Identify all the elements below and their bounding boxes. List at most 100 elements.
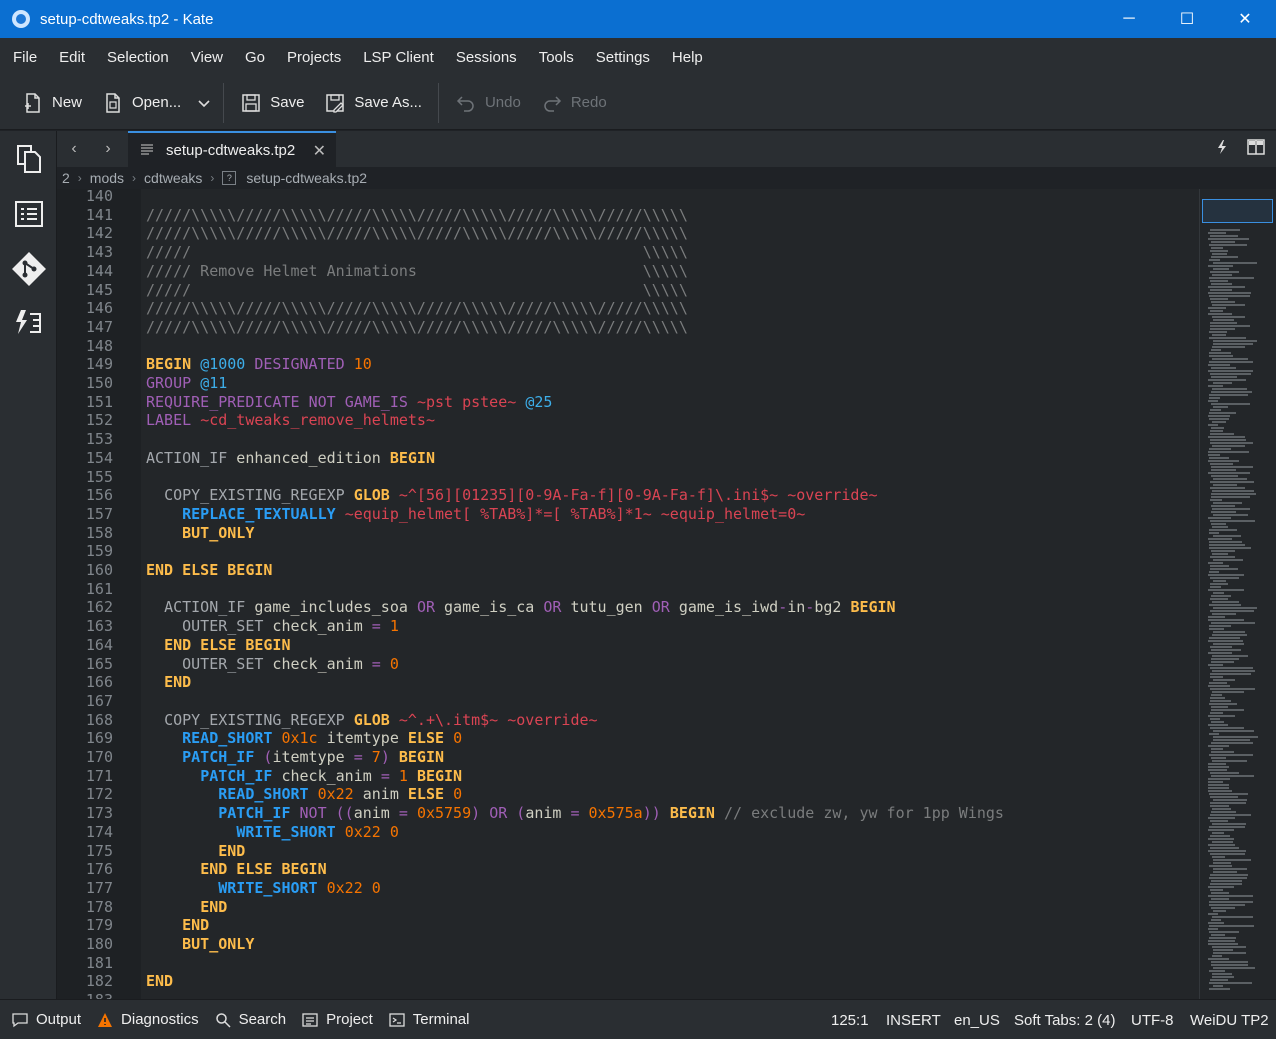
code-line[interactable]: REQUIRE_PREDICATE NOT GAME_IS ~pst pstee… [146,393,552,412]
input-mode[interactable]: INSERT [886,1000,941,1039]
indentation-settings[interactable]: Soft Tabs: 2 (4) [1014,1000,1115,1039]
minimap-line [1209,277,1254,279]
minimize-button[interactable]: ─ [1100,0,1158,38]
open-recent-dropdown[interactable] [191,83,217,123]
menu-projects[interactable]: Projects [276,49,352,66]
minimap-line [1209,412,1236,414]
quick-open-icon[interactable] [1215,139,1229,155]
code-line[interactable]: END ELSE BEGIN [146,860,326,879]
output-panel-button[interactable]: Output [4,1000,89,1039]
breadcrumb-item[interactable]: setup-cdtweaks.tp2 [246,170,367,186]
code-line[interactable]: END [146,916,209,935]
code-line[interactable]: END [146,898,227,917]
minimap-viewport[interactable] [1202,199,1273,223]
code-line[interactable]: PATCH_IF check_anim = 1 BEGIN [146,767,462,786]
menu-lsp-client[interactable]: LSP Client [352,49,445,66]
save-button[interactable]: Save [230,83,314,123]
git-panel-button[interactable] [0,245,57,293]
code-line[interactable]: COPY_EXISTING_REGEXP GLOB ~^[56][01235][… [146,486,877,505]
code-token: = [380,766,390,785]
menu-settings[interactable]: Settings [585,49,661,66]
code-line[interactable]: READ_SHORT 0x22 anim ELSE 0 [146,785,462,804]
open-button[interactable]: Open... [92,83,191,123]
save-as-button[interactable]: Save As... [314,83,432,123]
code-token: ~^.+\.itm$~ ~override~ [398,710,598,729]
code-line[interactable]: READ_SHORT 0x1c itemtype ELSE 0 [146,729,462,748]
maximize-button[interactable]: ☐ [1158,0,1216,38]
code-line[interactable]: END ELSE BEGIN [146,561,272,580]
menu-file[interactable]: File [2,49,48,66]
code-line[interactable]: LABEL ~cd_tweaks_remove_helmets~ [146,411,435,430]
text-document-icon [141,144,153,155]
menu-go[interactable]: Go [234,49,276,66]
menu-edit[interactable]: Edit [48,49,96,66]
code-line[interactable]: /////\\\\\/////\\\\\/////\\\\\/////\\\\\… [146,318,688,337]
split-view-icon[interactable] [1247,139,1265,155]
code-line[interactable]: /////\\\\\/////\\\\\/////\\\\\/////\\\\\… [146,299,688,318]
code-token: - [805,598,815,617]
project-panel-button[interactable]: Project [294,1000,381,1039]
code-line[interactable]: PATCH_IF NOT ((anim = 0x5759) OR (anim =… [146,804,1004,823]
minimap-line [1210,250,1228,252]
encoding-selector[interactable]: UTF-8 [1131,1000,1174,1039]
code-line[interactable]: BUT_ONLY [146,935,254,954]
search-panel-button[interactable]: Search [207,1000,295,1039]
code-line[interactable]: END [146,842,245,861]
minimap-line [1211,403,1250,405]
documents-panel-button[interactable] [0,135,57,183]
code-line[interactable]: OUTER_SET check_anim = 1 [146,617,399,636]
terminal-panel-button[interactable]: Terminal [381,1000,478,1039]
code-editor[interactable]: 140 141 142 143 144 145 146 147 148 149 150 151 152 1… [57,189,1199,999]
minimap-line [1213,406,1228,408]
code-line[interactable]: ///// \\\\\ [146,281,688,300]
code-line[interactable]: ///// Remove Helmet Animations \\\\\ [146,262,688,281]
code-line[interactable]: COPY_EXISTING_REGEXP GLOB ~^.+\.itm$~ ~o… [146,711,598,730]
code-line[interactable]: WRITE_SHORT 0x22 0 [146,823,399,842]
breadcrumb-item[interactable]: mods [90,170,124,186]
code-line[interactable]: END [146,673,191,692]
cursor-position[interactable]: 125:1 [831,1000,869,1039]
code-line[interactable]: ACTION_IF enhanced_edition BEGIN [146,449,435,468]
line-number: 157 [85,504,113,523]
syntax-mode-selector[interactable]: WeiDU TP2 [1190,1000,1269,1039]
breadcrumb-item[interactable]: 2 [62,170,70,186]
code-line[interactable]: GROUP @11 [146,374,227,393]
symbols-panel-button[interactable] [0,190,57,238]
code-line[interactable]: BEGIN @1000 DESIGNATED 10 [146,355,372,374]
tab-back-button[interactable]: ‹ [57,131,91,167]
dictionary-selector[interactable]: en_US [954,1000,1000,1039]
code-line[interactable]: PATCH_IF (itemtype = 7) BEGIN [146,748,444,767]
code-line[interactable]: END ELSE BEGIN [146,636,290,655]
minimap-scrollbar[interactable] [1199,189,1276,999]
minimap-line [1208,238,1249,240]
tab-forward-button[interactable]: › [91,131,125,167]
code-line[interactable]: OUTER_SET check_anim = 0 [146,655,399,674]
tab-setup-cdtweaks[interactable]: setup-cdtweaks.tp2 ✕ [128,131,336,167]
code-line[interactable]: END [146,972,173,991]
close-button[interactable]: ✕ [1216,0,1274,38]
code-line[interactable]: /////\\\\\/////\\\\\/////\\\\\/////\\\\\… [146,206,688,225]
undo-button[interactable]: Undo [445,83,531,123]
redo-button[interactable]: Redo [531,83,617,123]
code-line[interactable]: REPLACE_TEXTUALLY ~equip_helmet[ %TAB%]*… [146,505,805,524]
code-line[interactable]: BUT_ONLY [146,524,254,543]
menu-help[interactable]: Help [661,49,714,66]
new-button[interactable]: New [12,83,92,123]
menu-selection[interactable]: Selection [96,49,180,66]
minimap-line [1208,436,1245,438]
breadcrumb-item[interactable]: cdtweaks [144,170,202,186]
build-panel-button[interactable] [0,299,57,347]
code-line[interactable]: ///// \\\\\ [146,243,688,262]
diagnostics-panel-button[interactable]: Diagnostics [89,1000,207,1039]
code-token: anim [353,785,408,804]
code-line[interactable]: ACTION_IF game_includes_soa OR game_is_c… [146,598,896,617]
code-line[interactable]: WRITE_SHORT 0x22 0 [146,879,381,898]
minimap-line [1208,829,1234,831]
menu-tools[interactable]: Tools [528,49,585,66]
menu-sessions[interactable]: Sessions [445,49,528,66]
code-line[interactable]: /////\\\\\/////\\\\\/////\\\\\/////\\\\\… [146,224,688,243]
tab-close-button[interactable]: ✕ [313,141,326,161]
menu-view[interactable]: View [180,49,234,66]
